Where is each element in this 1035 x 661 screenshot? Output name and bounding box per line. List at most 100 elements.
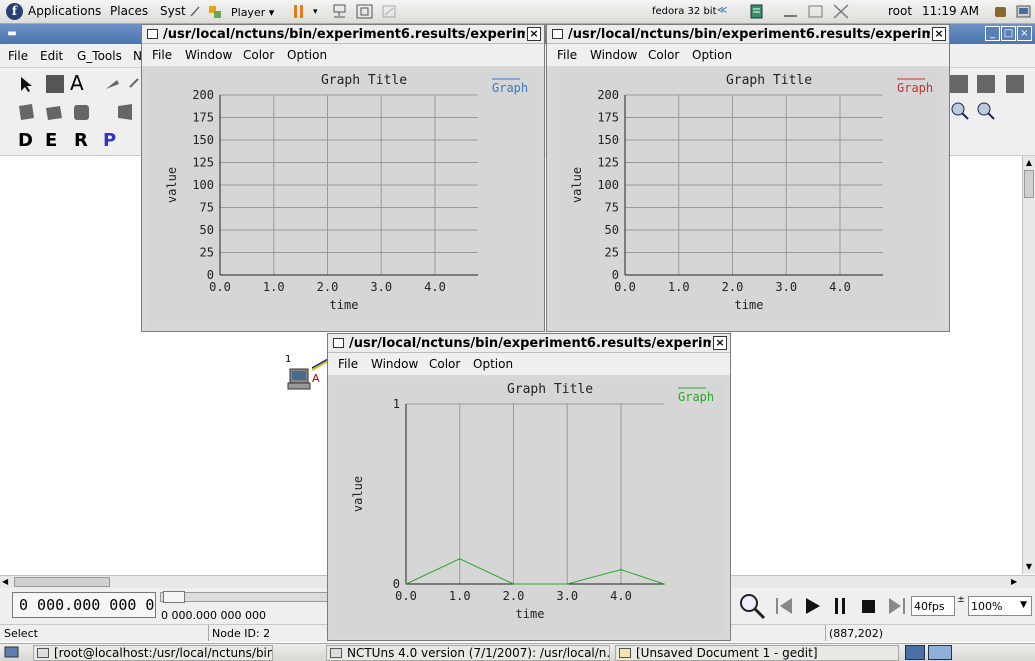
- network-status-icon[interactable]: [1016, 4, 1032, 19]
- time-progress-bar[interactable]: [160, 591, 328, 603]
- toolbar-square-icon-2[interactable]: [975, 73, 997, 95]
- applications-menu[interactable]: Applications: [28, 4, 101, 18]
- scroll-down-icon[interactable]: ▼: [1024, 562, 1034, 572]
- select-arrow-icon[interactable]: [14, 73, 36, 95]
- app-menu-file[interactable]: File: [8, 49, 28, 63]
- graph-menu-color[interactable]: Color: [648, 48, 679, 62]
- rewind-icon[interactable]: [774, 596, 796, 616]
- graph-window-titlebar[interactable]: /usr/local/nctuns/bin/experiment6.result…: [328, 334, 730, 353]
- mode-draw-button[interactable]: D: [18, 130, 33, 151]
- link-line[interactable]: [311, 358, 329, 371]
- link-tool-icon[interactable]: [103, 75, 125, 97]
- app-minimize-button[interactable]: _: [985, 26, 1000, 41]
- mode-run-button[interactable]: R: [74, 130, 88, 151]
- window-menu-icon[interactable]: [147, 29, 158, 39]
- graph-menu-option[interactable]: Option: [473, 357, 513, 371]
- pause-dropdown-icon[interactable]: ▾: [313, 7, 318, 17]
- network-icon[interactable]: [332, 4, 348, 19]
- graph-menu-file[interactable]: File: [338, 357, 358, 371]
- fast-forward-icon[interactable]: [886, 596, 908, 616]
- mode-edit-button[interactable]: E: [45, 130, 57, 151]
- window-menu-icon[interactable]: [333, 338, 344, 348]
- legend-label: Graph: [492, 81, 528, 95]
- clock[interactable]: 11:19 AM: [922, 4, 979, 18]
- update-icon[interactable]: [993, 4, 1009, 19]
- vertical-scroll-thumb[interactable]: [1024, 170, 1034, 198]
- scroll-up-icon[interactable]: ▲: [1024, 158, 1034, 168]
- text-tool-icon[interactable]: A: [70, 71, 92, 95]
- close-icon[interactable]: ×: [713, 336, 727, 350]
- fps-stepper[interactable]: ±: [956, 596, 966, 616]
- graph-menu-window[interactable]: Window: [371, 357, 418, 371]
- workspace-2[interactable]: [928, 645, 952, 660]
- play-icon[interactable]: [802, 596, 824, 616]
- unity-icon[interactable]: [382, 4, 398, 19]
- x-axis-label: time: [516, 607, 545, 621]
- zoom-search-icon[interactable]: [738, 592, 766, 620]
- system-menu[interactable]: Syst: [160, 4, 186, 18]
- scroll-left-icon[interactable]: ◀: [2, 577, 12, 587]
- horizontal-scroll-thumb[interactable]: [14, 577, 110, 587]
- mode-play-button[interactable]: P: [103, 130, 116, 151]
- graph-menu-file[interactable]: File: [557, 48, 577, 62]
- restore-icon[interactable]: [807, 4, 825, 19]
- close-icon[interactable]: [832, 4, 850, 19]
- app-maximize-button[interactable]: □: [1001, 26, 1016, 41]
- minimize-icon[interactable]: [782, 4, 800, 19]
- graph-menu-option[interactable]: Option: [287, 48, 327, 62]
- toolbar-square-icon-3[interactable]: [1004, 73, 1026, 95]
- graph-window-2[interactable]: /usr/local/nctuns/bin/experiment6.result…: [546, 24, 950, 332]
- pin-icon[interactable]: [188, 4, 202, 19]
- graph-menu-color[interactable]: Color: [429, 357, 460, 371]
- fullscreen-icon[interactable]: [356, 4, 374, 19]
- graph-window-3[interactable]: /usr/local/nctuns/bin/experiment6.result…: [327, 333, 731, 641]
- close-icon[interactable]: ×: [932, 27, 946, 41]
- vertical-scrollbar[interactable]: ▲ ▼: [1022, 156, 1035, 574]
- graph-window-titlebar[interactable]: /usr/local/nctuns/bin/experiment6.result…: [142, 25, 544, 44]
- graph-menu-color[interactable]: Color: [243, 48, 274, 62]
- time-progress-handle[interactable]: [163, 591, 185, 603]
- zoom-select[interactable]: 100% ▼: [968, 596, 1032, 616]
- zoom-dropdown-icon[interactable]: ▼: [1020, 600, 1027, 610]
- rectangle-tool-icon[interactable]: [44, 73, 66, 95]
- places-menu[interactable]: Places: [110, 4, 148, 18]
- show-desktop-icon[interactable]: [4, 646, 20, 659]
- taskbar-gedit[interactable]: [Unsaved Document 1 - gedit]: [615, 645, 899, 661]
- app-close-button[interactable]: ×: [1017, 26, 1032, 41]
- vm-collapse-icon[interactable]: ≪: [717, 5, 727, 16]
- taskbar-terminal[interactable]: [root@localhost:/usr/local/nctuns/bin]: [33, 645, 273, 661]
- graph-menu-window[interactable]: Window: [185, 48, 232, 62]
- user-name[interactable]: root: [888, 4, 912, 18]
- zoom-in-icon[interactable]: [950, 101, 972, 123]
- hub-node-icon[interactable]: [114, 102, 136, 124]
- x-tick-label: 0.0: [395, 589, 417, 603]
- host-node[interactable]: [287, 365, 311, 391]
- window-menu-icon[interactable]: [552, 29, 563, 39]
- graph-window-titlebar[interactable]: /usr/local/nctuns/bin/experiment6.result…: [547, 25, 949, 44]
- fedora-logo-icon[interactable]: f: [6, 3, 23, 20]
- pause-icon[interactable]: [292, 4, 306, 19]
- taskbar-nctuns[interactable]: NCTUns 4.0 version (7/1/2007): /usr/loca…: [326, 645, 610, 661]
- toolbar-square-icon-1[interactable]: [948, 73, 970, 95]
- graph-menu-window[interactable]: Window: [590, 48, 637, 62]
- graph-window-1[interactable]: /usr/local/nctuns/bin/experiment6.result…: [141, 24, 545, 332]
- workspace-1[interactable]: [905, 645, 925, 660]
- switch-node-icon[interactable]: [44, 102, 66, 124]
- status-divider-2: [825, 625, 826, 641]
- app-menu-gtools[interactable]: G_Tools: [77, 49, 122, 63]
- scroll-right-icon[interactable]: ▶: [1011, 577, 1021, 587]
- app-menu-icon[interactable]: ▬: [6, 27, 18, 42]
- host-node-icon[interactable]: [16, 102, 38, 124]
- pause-sim-icon[interactable]: [830, 596, 852, 616]
- notes-icon[interactable]: [749, 4, 765, 19]
- zoom-out-icon[interactable]: [976, 101, 998, 123]
- app-menu-edit[interactable]: Edit: [40, 49, 63, 63]
- graph-menu-option[interactable]: Option: [692, 48, 732, 62]
- fps-field[interactable]: 40fps: [911, 596, 955, 616]
- close-icon[interactable]: ×: [527, 27, 541, 41]
- router-node-icon[interactable]: [72, 102, 94, 124]
- player-menu[interactable]: Player ▾: [231, 6, 274, 19]
- graph-menu-file[interactable]: File: [152, 48, 172, 62]
- stop-icon[interactable]: [858, 596, 880, 616]
- x-tick-label: 1.0: [449, 589, 471, 603]
